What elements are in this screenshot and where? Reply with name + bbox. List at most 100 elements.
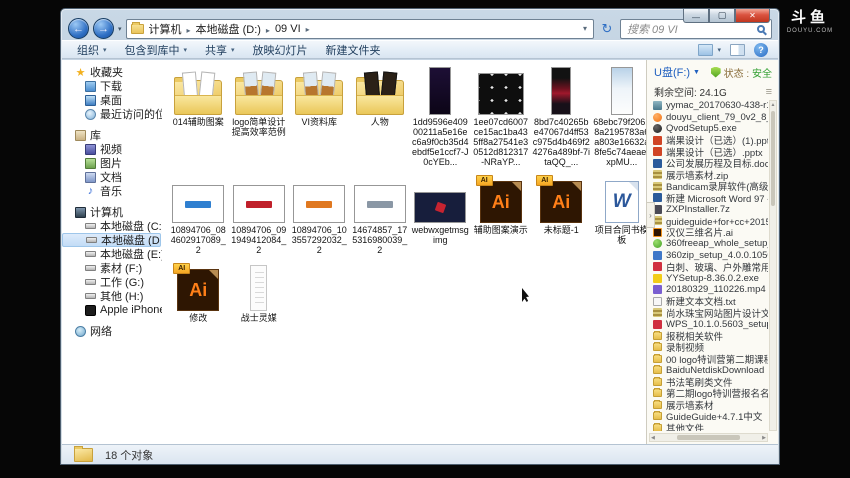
usb-list-item[interactable]: ZXPInstaller.7z <box>649 204 768 216</box>
file-item[interactable]: Ai未标题-1 <box>532 173 591 235</box>
file-item[interactable]: logo简单设计提高效率范例 <box>229 65 288 137</box>
scrollbar-thumb[interactable] <box>677 435 740 440</box>
sidebar-item[interactable]: 图片 <box>62 156 162 170</box>
usb-list-item[interactable]: 360zip_setup_4.0.0.1050.exe <box>649 250 768 262</box>
usb-list-item[interactable]: yymac_20170630-438-r1670... <box>649 100 768 112</box>
sidebar-item[interactable]: Apple iPhone <box>62 303 162 317</box>
breadcrumb-drive-d[interactable]: 本地磁盘 (D:) <box>196 21 275 37</box>
sidebar-group-star[interactable]: 收藏夹 <box>62 65 162 79</box>
usb-list-item[interactable]: 录制视频 <box>649 342 768 354</box>
address-dropdown-icon[interactable]: ▾ <box>581 24 589 33</box>
file-item[interactable]: 10894706_103557292032_2 <box>290 173 349 255</box>
sidebar-group-network[interactable]: 网络 <box>62 324 162 338</box>
scroll-right-icon[interactable]: ▶ <box>762 435 766 441</box>
usb-list-item[interactable]: 公司发展历程及目标.docx <box>649 158 768 170</box>
usb-list-item[interactable]: 其他文件 <box>649 422 768 431</box>
scrollbar-thumb[interactable] <box>771 111 775 206</box>
file-item[interactable]: VI资料库 <box>290 65 349 127</box>
sidebar-item[interactable]: 其他 (H:) <box>62 289 162 303</box>
toolbar-button-0[interactable]: 组织▾ <box>68 42 116 58</box>
usb-list-item[interactable]: 报税相关软件 <box>649 330 768 342</box>
usb-list-item[interactable]: 00 logo特训营第二期课程文件 <box>649 353 768 365</box>
file-item[interactable]: 1dd9596e40900211a5e16ec6a9f0cb35d4ebdf5e… <box>411 65 470 167</box>
usb-list-item[interactable]: WPS_10.1.0.5603_setup.1468... <box>649 319 768 331</box>
usb-list-item[interactable]: 端果设计（已选）.pptx <box>649 146 768 158</box>
sidebar-item[interactable]: 本地磁盘 (E:) <box>62 247 162 261</box>
help-icon[interactable]: ? <box>754 43 768 57</box>
file-item[interactable]: 8bd7c40265be47067d4ff53c975d4b469f24276a… <box>532 65 591 167</box>
usb-list-item[interactable]: Bandicam录屏软件(高级).zip <box>649 181 768 193</box>
file-item[interactable]: 014辅助图案 <box>169 65 228 127</box>
usb-vertical-scrollbar[interactable]: ▲ <box>769 100 777 431</box>
preview-pane-icon[interactable] <box>730 44 745 56</box>
file-item[interactable]: 1ee07cd6007ce15ac1ba435ff8a27541e30512d8… <box>471 65 530 167</box>
usb-list-item[interactable]: 360freeap_whole_setup_5.3.0... <box>649 238 768 250</box>
file-item[interactable]: Ai辅助图案演示 <box>471 173 530 235</box>
file-item[interactable]: 人物 <box>350 65 409 127</box>
file-item[interactable]: Ai修改 <box>169 261 228 323</box>
usb-drive-dropdown-icon[interactable]: ▼ <box>693 69 700 76</box>
sidebar-group-library[interactable]: 库 <box>62 128 162 142</box>
toolbar-button-4[interactable]: 新建文件夹 <box>317 42 390 58</box>
maximize-button[interactable] <box>709 9 735 23</box>
sidebar-item[interactable]: 视频 <box>62 142 162 156</box>
sidebar-item[interactable]: 文档 <box>62 170 162 184</box>
scroll-up-icon[interactable]: ▲ <box>770 101 776 109</box>
panel-collapse-handle[interactable]: › <box>646 202 655 228</box>
sidebar-group-computer[interactable]: 计算机 <box>62 205 162 219</box>
forward-button[interactable]: → <box>93 18 114 39</box>
sidebar-item[interactable]: 素材 (F:) <box>62 261 162 275</box>
file-item[interactable]: webwxgetmsgimg <box>411 173 470 245</box>
file-item[interactable]: 10894706_084602917089_2 <box>169 173 228 255</box>
toolbar-button-3[interactable]: 放映幻灯片 <box>244 42 317 58</box>
usb-list-item[interactable]: 汉仪三维名片.ai <box>649 227 768 239</box>
file-item[interactable]: 10894706_091949412084_2 <box>229 173 288 255</box>
minimize-button[interactable] <box>683 9 709 23</box>
usb-list-item[interactable]: 尚水珠宝网站图片设计文件.zip <box>649 307 768 319</box>
usb-list-item[interactable]: BaiduNetdiskDownload <box>649 365 768 377</box>
sidebar-item[interactable]: 桌面 <box>62 93 162 107</box>
breadcrumb[interactable]: 计算机 本地磁盘 (D:) 09 VI ▾ <box>126 19 594 39</box>
file-item[interactable]: 战士灵媒 <box>229 261 288 323</box>
sidebar-item[interactable]: 工作 (G:) <box>62 275 162 289</box>
back-button[interactable]: ← <box>68 18 89 39</box>
file-item[interactable]: 68ebc79f20618a2195783a6a803e16632a8fe5c7… <box>592 65 651 167</box>
usb-list-item[interactable]: 展示墙素材.zip <box>649 169 768 181</box>
scroll-left-icon[interactable]: ◀ <box>651 435 655 441</box>
zip-file-icon <box>653 182 662 191</box>
sidebar-item[interactable]: 最近访问的位置 <box>62 107 162 121</box>
sidebar-item[interactable]: 本地磁盘 (C:) <box>62 219 162 233</box>
file-item[interactable]: W项目合同书模板 <box>592 173 651 245</box>
file-item[interactable]: 14674857_175316980039_2 <box>350 173 409 255</box>
ai-logo-text: Ai <box>189 280 207 301</box>
file-icon-wrap: Ai <box>177 261 219 311</box>
toolbar-button-1[interactable]: 包含到库中▾ <box>116 42 197 58</box>
usb-list-item[interactable]: YYSetup-8.36.0.2.exe <box>649 273 768 285</box>
usb-list-item[interactable]: 20180329_110226.mp4 <box>649 284 768 296</box>
refresh-button[interactable]: ↻ <box>598 20 616 38</box>
sidebar-item[interactable]: 本地磁盘 (D:) <box>62 233 161 247</box>
breadcrumb-computer[interactable]: 计算机 <box>149 21 196 37</box>
change-view-icon[interactable] <box>698 44 713 56</box>
usb-list-item[interactable]: 新建文本文档.txt <box>649 296 768 308</box>
sidebar-item[interactable]: 音乐 <box>62 184 162 198</box>
usb-list-item[interactable]: 展示墙素材 <box>649 399 768 411</box>
usb-list-item[interactable]: guideguide+for+cc+2015魔... <box>649 215 768 227</box>
breadcrumb-current-folder[interactable]: 09 VI <box>275 23 315 35</box>
menu-icon[interactable]: ≡ <box>766 87 772 97</box>
sidebar-item[interactable]: 下载 <box>62 79 162 93</box>
usb-list-item[interactable]: 白刺、玻璃、户外雕常用工艺... <box>649 261 768 273</box>
usb-list-item[interactable]: 端果设计（已选）(1).pptx <box>649 135 768 147</box>
change-view-dropdown-icon[interactable]: ▾ <box>717 46 721 54</box>
usb-drive-title[interactable]: U盘(F:) <box>654 64 690 80</box>
usb-list-item[interactable]: GuideGuide+4.7.1中文 <box>649 411 768 423</box>
usb-horizontal-scrollbar[interactable]: ◀ ▶ <box>649 433 768 442</box>
usb-list-item[interactable]: 新建 Microsoft Word 97 - 20... <box>649 192 768 204</box>
close-button[interactable] <box>735 9 770 23</box>
usb-list-item[interactable]: 第二期logo特训营报名名单 <box>649 388 768 400</box>
toolbar-button-2[interactable]: 共享▾ <box>196 42 244 58</box>
usb-list-item[interactable]: 书法笔刷类文件 <box>649 376 768 388</box>
usb-list-item[interactable]: QvodSetup5.exe <box>649 123 768 135</box>
history-dropdown-icon[interactable]: ▾ <box>118 25 122 33</box>
usb-list-item[interactable]: douyu_client_79_0v2_8_2.exe <box>649 112 768 124</box>
